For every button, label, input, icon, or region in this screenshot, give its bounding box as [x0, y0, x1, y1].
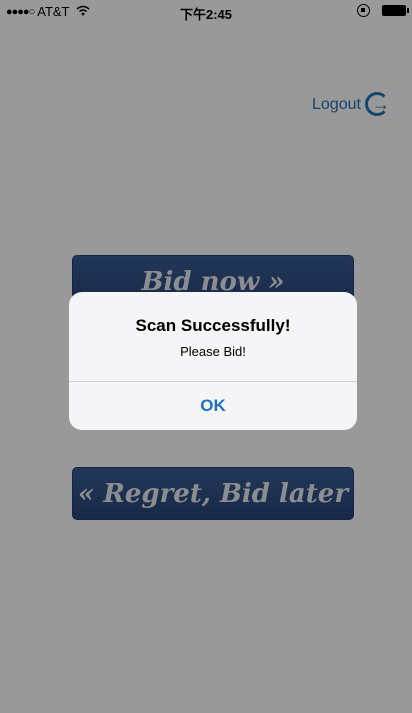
alert-title: Scan Successfully! — [135, 316, 291, 335]
alert-message: Please Bid! — [180, 344, 246, 359]
alert-dialog: Scan Successfully! Please Bid! OK — [69, 292, 357, 430]
alert-ok-button[interactable]: OK — [69, 382, 357, 430]
phone-screen: ●●●●○ AT&T 下午2:45 Logout → Bid now » « R… — [0, 0, 412, 713]
